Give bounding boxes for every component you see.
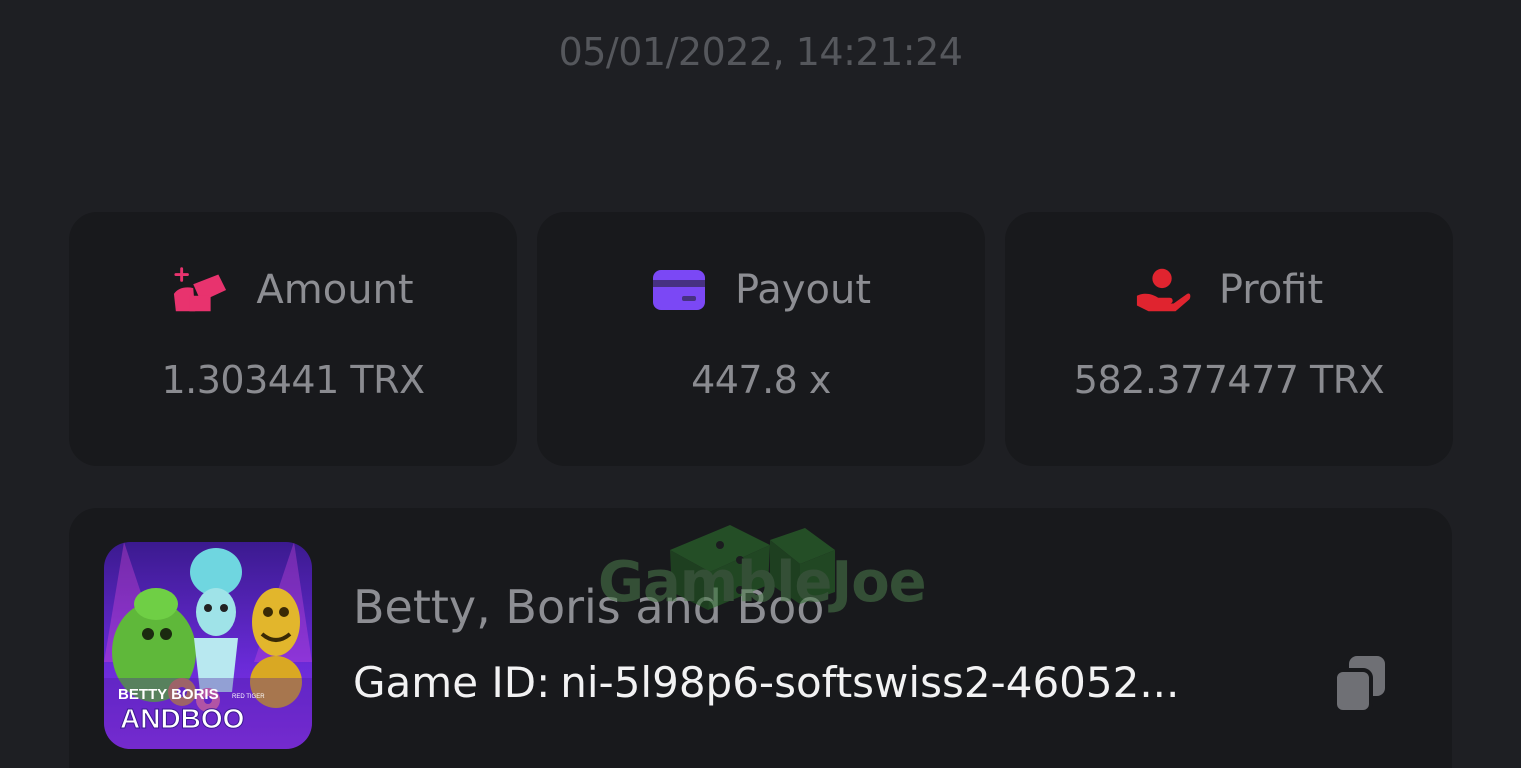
game-id: Game ID: ni-5l98p6-softswiss2-46052... <box>353 658 1179 707</box>
payout-value: 447.8 x <box>691 358 831 402</box>
game-id-label: Game ID: <box>353 658 551 707</box>
bet-timestamp: 05/01/2022, 14:21:24 <box>558 30 963 74</box>
thumbnail-badge: RED TIGER <box>232 694 265 700</box>
bet-details-page: 05/01/2022, 14:21:24 Amount 1.303441 TRX <box>0 0 1521 768</box>
payout-card: Payout 447.8 x <box>537 212 985 466</box>
amount-label: Amount <box>256 267 414 313</box>
thumbnail-title-line1: BETTY BORIS <box>118 686 219 703</box>
amount-value: 1.303441 TRX <box>161 358 425 402</box>
stats-row: Amount 1.303441 TRX Payout 447.8 x Profi… <box>69 212 1453 466</box>
credit-card-icon <box>651 266 707 314</box>
thumbnail-title-line2: ANDBOO <box>120 703 244 734</box>
profit-value: 582.377477 TRX <box>1073 358 1385 402</box>
profit-label: Profit <box>1218 267 1324 313</box>
copy-icon[interactable] <box>1331 652 1391 716</box>
game-thumbnail[interactable]: BETTY BORIS RED TIGER ANDBOO <box>104 542 312 749</box>
hand-user-icon <box>1135 266 1191 314</box>
game-card: BETTY BORIS RED TIGER ANDBOO Betty, Bori… <box>69 508 1452 768</box>
game-name[interactable]: Betty, Boris and Boo <box>353 580 824 634</box>
payout-label: Payout <box>734 267 871 313</box>
amount-card: Amount 1.303441 TRX <box>69 212 517 466</box>
wallet-sparkle-icon <box>172 266 228 314</box>
profit-card: Profit 582.377477 TRX <box>1005 212 1453 466</box>
game-id-value: ni-5l98p6-softswiss2-46052... <box>560 658 1180 707</box>
